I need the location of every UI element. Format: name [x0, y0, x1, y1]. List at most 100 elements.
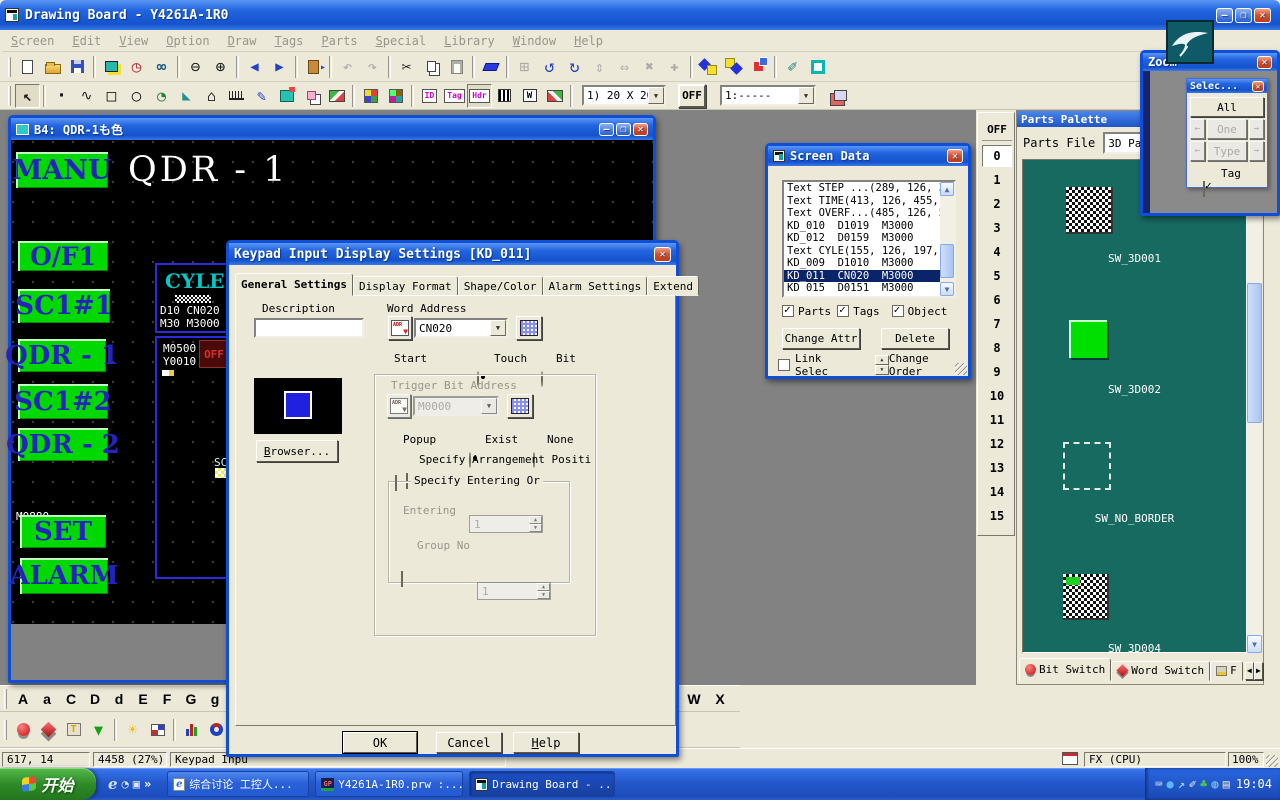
marker-tool-icon[interactable]: ✎ [249, 84, 274, 108]
menu-help[interactable]: Help [565, 34, 612, 48]
part-sw-3d004[interactable] [1063, 574, 1109, 620]
list-item[interactable]: Text OVERF...(485, 126, 5 [784, 207, 954, 220]
menu-window[interactable]: Window [504, 34, 565, 48]
overlap-combo[interactable]: 1:-----▼ [720, 85, 816, 106]
address-book-button[interactable]: ADR [388, 316, 412, 340]
layer-6-button[interactable]: 6 [982, 289, 1012, 311]
letter-D-button[interactable]: D [83, 691, 107, 707]
rotate-ccw-icon[interactable]: ↺ [537, 55, 562, 79]
trigger-address-book-button[interactable]: ADR [387, 394, 411, 418]
letter-A-button[interactable]: A [11, 691, 35, 707]
timer-part-icon[interactable]: T [61, 718, 86, 742]
menu-edit[interactable]: Edit [63, 34, 110, 48]
tray-stack-icon[interactable]: ▤ [1223, 777, 1230, 791]
layer-8-button[interactable]: 8 [982, 337, 1012, 359]
browser-button[interactable]: Browser... [256, 440, 338, 462]
letter-X-button[interactable]: X [708, 691, 732, 707]
list-item[interactable]: KD_012 D0159 M3000 [784, 232, 954, 245]
bring-front-icon[interactable] [696, 55, 721, 79]
spread-vertical-icon[interactable]: ⇕ [587, 55, 612, 79]
tray-keyboard-icon[interactable]: ⌨ [1155, 777, 1162, 791]
tabs-scroll-right[interactable]: ▶ [1254, 662, 1263, 680]
select-all-button[interactable]: All [1190, 97, 1264, 117]
tags-checkbox[interactable] [837, 305, 849, 317]
find-icon[interactable]: ∞ [149, 55, 174, 79]
hmi-button-alarm[interactable]: ALARM [20, 558, 108, 594]
type-button[interactable]: Type [1207, 141, 1247, 161]
zoom-in-icon[interactable]: ⊕ [208, 55, 233, 79]
screen-window-titlebar[interactable]: B4: QDR-1も色 — ❐ ✕ [11, 118, 653, 140]
graph-part-icon[interactable] [179, 718, 204, 742]
id-display-icon[interactable]: ID [417, 84, 442, 108]
tab-extend[interactable]: Extend [647, 276, 699, 296]
menu-screen[interactable]: Screen [2, 34, 63, 48]
tray-globe-icon[interactable]: ◍ [1211, 777, 1218, 791]
list-item[interactable]: Text STEP ...(289, 126, 3 [784, 182, 954, 195]
rect-tool-icon[interactable]: □ [99, 84, 124, 108]
multi-copy2-icon[interactable] [383, 84, 408, 108]
link-selec-checkbox[interactable] [778, 359, 790, 371]
pattern-display-icon[interactable] [492, 84, 517, 108]
tab-alarm-settings[interactable]: Alarm Settings [543, 276, 648, 296]
hmi-button-sc1-2[interactable]: SC1#2 [18, 384, 108, 419]
cut-icon[interactable]: ✂ [394, 55, 419, 79]
open-icon[interactable] [40, 55, 65, 79]
library-icon[interactable] [828, 84, 853, 108]
arrow-part-icon[interactable]: ▼ [86, 718, 111, 742]
list-item[interactable]: KD_009 D1010 M3000 [784, 257, 954, 270]
letter-F-button[interactable]: F [155, 691, 179, 707]
list-scrollbar[interactable]: ▲ ▼ [940, 182, 954, 296]
toolbar-grip3[interactable] [4, 689, 7, 709]
w-display-icon[interactable]: W [517, 84, 542, 108]
layer-4-button[interactable]: 4 [982, 241, 1012, 263]
tray-vnc-icon[interactable]: ● [1166, 777, 1173, 791]
multi-copy-icon[interactable] [358, 84, 383, 108]
frame-icon[interactable] [805, 55, 830, 79]
menu-option[interactable]: Option [157, 34, 218, 48]
hmi-button-qdr-1[interactable]: QDR - 1 [18, 339, 106, 372]
one-prev-button[interactable]: ← [1190, 119, 1205, 139]
pie-tool-icon[interactable]: ◔ [149, 84, 174, 108]
screen-data-list[interactable]: Text STEP ...(289, 126, 3 Text TIME(413,… [782, 180, 956, 298]
lamp-part-icon[interactable]: ☀ [120, 718, 145, 742]
scroll-down-icon[interactable]: ▼ [1247, 635, 1262, 653]
quicklaunch-msn-icon[interactable]: ◔ [122, 777, 129, 791]
calculator-button[interactable] [516, 316, 542, 340]
toolbar-grip[interactable] [8, 57, 11, 77]
layer-1-button[interactable]: 1 [982, 169, 1012, 191]
toolbar-grip4[interactable] [4, 720, 7, 740]
type-next-button[interactable]: → [1249, 141, 1264, 161]
word-switch-part-icon[interactable] [36, 718, 61, 742]
hmi-button-manu[interactable]: MANU [16, 152, 108, 188]
undo-icon[interactable]: ↶ [335, 55, 360, 79]
dialog-resize-grip[interactable] [955, 363, 967, 375]
ok-button[interactable]: OK [343, 732, 417, 753]
one-next-button[interactable]: → [1249, 119, 1264, 139]
select-palette-close-button[interactable]: ✕ [1252, 81, 1264, 92]
letter-C-button[interactable]: C [59, 691, 83, 707]
layer-off-button[interactable]: OFF [982, 119, 1012, 141]
alarm-clock-icon[interactable]: ◷ [124, 55, 149, 79]
save-icon[interactable] [65, 55, 90, 79]
grid-size-combo[interactable]: 1) 20 X 20▼ [582, 85, 666, 106]
new-screen-icon[interactable] [15, 55, 40, 79]
one-button[interactable]: One [1207, 119, 1247, 139]
list-item[interactable]: KD 015 D0151 M3000 [784, 282, 954, 295]
circle-tool-icon[interactable]: ○ [124, 84, 149, 108]
word-address-combo[interactable]: CN020▼ [414, 318, 508, 338]
quicklaunch-more-icon[interactable]: » [144, 777, 151, 791]
trigger-calculator-button[interactable] [507, 394, 533, 418]
scale-tool-icon[interactable] [224, 84, 249, 108]
maximize-button[interactable]: ❐ [1235, 8, 1252, 23]
hdr-display-icon[interactable]: Hdr [467, 84, 492, 108]
layer-7-button[interactable]: 7 [982, 313, 1012, 335]
start-button[interactable]: 开始 [0, 768, 96, 800]
layer-14-button[interactable]: 14 [982, 481, 1012, 503]
image-tool-icon[interactable] [324, 84, 349, 108]
layer-10-button[interactable]: 10 [982, 385, 1012, 407]
redo-icon[interactable]: ↷ [360, 55, 385, 79]
menu-draw[interactable]: Draw [219, 34, 266, 48]
layer-12-button[interactable]: 12 [982, 433, 1012, 455]
tray-pen-icon[interactable]: ✐ [1189, 777, 1196, 791]
hmi-screen-title[interactable]: QDR - 1 [128, 150, 288, 190]
